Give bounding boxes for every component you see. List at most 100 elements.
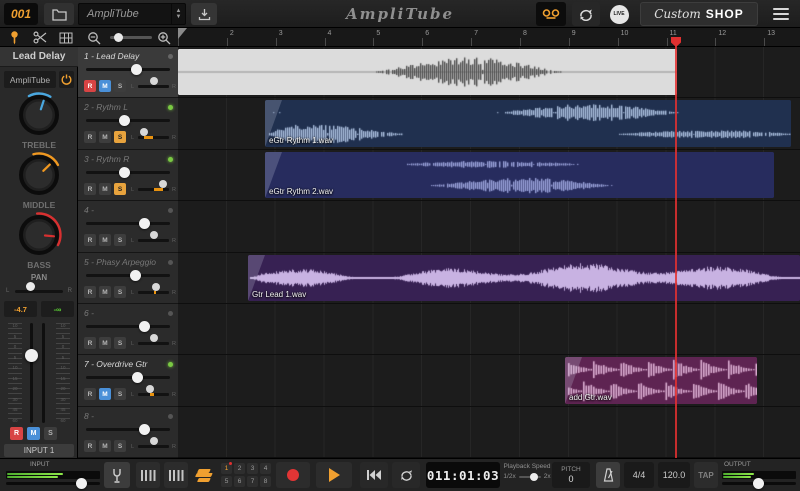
grid-edit-button[interactable] — [58, 30, 74, 45]
audio-clip[interactable]: Gtr Lead 1.wav — [248, 255, 800, 301]
track-lane[interactable] — [178, 407, 800, 458]
speed-slider-thumb[interactable] — [530, 473, 538, 481]
loop-bank-4[interactable]: 4 — [260, 463, 271, 474]
live-mode-button[interactable]: LIVE — [606, 2, 632, 26]
track-arm-button[interactable]: R — [84, 183, 96, 195]
track-volume-thumb[interactable] — [119, 115, 130, 126]
loop-bank-7[interactable]: 7 — [247, 476, 258, 487]
pan-thumb[interactable] — [150, 437, 158, 445]
rewind-button[interactable] — [360, 462, 388, 488]
tuner-button[interactable] — [104, 462, 130, 488]
track-mute-button[interactable]: M — [99, 337, 111, 349]
track-solo-button[interactable]: S — [114, 440, 126, 452]
track-pan-slider[interactable]: LR — [131, 80, 176, 92]
track-status-dot[interactable] — [168, 260, 173, 265]
track-volume-slider[interactable] — [86, 274, 170, 277]
track-status-dot[interactable] — [168, 311, 173, 316]
custom-shop-button[interactable]: Custom SHOP — [640, 2, 758, 26]
pan-track[interactable] — [138, 239, 169, 242]
pan-thumb[interactable] — [150, 77, 158, 85]
loop-start-flag[interactable] — [178, 28, 187, 39]
audio-clip[interactable]: eGtr Rythm 1.wav — [265, 100, 791, 147]
pan-track[interactable] — [138, 445, 169, 448]
track-arm-button[interactable]: R — [84, 80, 96, 92]
track-arm-button[interactable]: R — [84, 131, 96, 143]
track-status-dot[interactable] — [168, 414, 173, 419]
track-volume-slider[interactable] — [86, 222, 170, 225]
track-name[interactable]: 3 - Rythm R — [84, 154, 129, 164]
preset-stepper[interactable]: ▲▼ — [171, 4, 185, 24]
zoom-in-button[interactable] — [156, 30, 172, 45]
track-volume-thumb[interactable] — [139, 424, 150, 435]
track-pan-slider[interactable]: LR — [131, 388, 176, 400]
track-pan-slider[interactable]: LR — [131, 183, 176, 195]
track-volume-slider[interactable] — [86, 68, 170, 71]
track-pan-slider[interactable]: LR — [131, 234, 176, 246]
track-name[interactable]: 2 - Rythm L — [84, 102, 128, 112]
time-signature[interactable]: 4/4 — [624, 462, 654, 488]
track-status-dot[interactable] — [168, 54, 173, 59]
pan-track[interactable] — [138, 85, 169, 88]
mute-button[interactable]: M — [27, 427, 40, 440]
track-mute-button[interactable]: M — [99, 183, 111, 195]
track-solo-button[interactable]: S — [114, 286, 126, 298]
rhythm-pattern-button-1[interactable] — [136, 462, 160, 488]
track-arm-button[interactable]: R — [84, 440, 96, 452]
pan-thumb[interactable] — [26, 282, 35, 291]
track-volume-thumb[interactable] — [139, 218, 150, 229]
track-header[interactable]: 2 - Rythm LRMSLR — [78, 98, 178, 150]
pan-track[interactable] — [138, 291, 169, 294]
track-status-dot[interactable] — [168, 208, 173, 213]
track-solo-button[interactable]: S — [114, 388, 126, 400]
track-header[interactable]: 5 - Phasy ArpeggioRMSLR — [78, 253, 178, 304]
middle-knob[interactable] — [15, 151, 63, 199]
track-status-dot[interactable] — [168, 362, 173, 367]
track-mute-button[interactable]: M — [99, 388, 111, 400]
track-name[interactable]: 8 - — [84, 411, 94, 421]
record-button[interactable] — [276, 462, 310, 488]
track-name[interactable]: 5 - Phasy Arpeggio — [84, 257, 156, 267]
plugin-button[interactable]: AmpliTube — [4, 71, 56, 88]
channel-fader[interactable]: 10505101520304560 10505101520304560 — [6, 323, 72, 423]
zoom-slider[interactable] — [110, 36, 152, 39]
audio-clip[interactable] — [178, 49, 677, 95]
track-solo-button[interactable]: S — [114, 234, 126, 246]
track-header[interactable]: 7 - Overdrive Gtr RMS LR — [78, 355, 178, 407]
track-solo-button[interactable]: S — [114, 183, 126, 195]
pan-track[interactable] — [138, 188, 169, 191]
output-volume-thumb[interactable] — [753, 478, 764, 489]
track-volume-slider[interactable] — [86, 171, 170, 174]
cut-tool-button[interactable] — [32, 30, 48, 45]
track-lane[interactable] — [178, 304, 800, 355]
hamburger-menu-button[interactable] — [766, 2, 796, 26]
loop-sync-button[interactable] — [572, 2, 600, 26]
song-loops-button[interactable] — [192, 462, 216, 488]
preset-chain-title[interactable]: Lead Delay — [0, 47, 78, 67]
bass-knob[interactable] — [15, 211, 63, 259]
track-pan-slider[interactable]: LR — [131, 337, 176, 349]
track-name[interactable]: 4 - — [84, 205, 94, 215]
pitch-control[interactable]: PITCH 0 — [552, 462, 590, 488]
pan-thumb[interactable] — [140, 128, 148, 136]
track-header[interactable]: 3 - Rythm R RMS LR — [78, 150, 178, 201]
track-name[interactable]: 6 - — [84, 308, 94, 318]
track-volume-thumb[interactable] — [131, 64, 142, 75]
track-arm-button[interactable]: R — [84, 388, 96, 400]
loop-playback-button[interactable] — [392, 462, 420, 488]
track-volume-slider[interactable] — [86, 376, 170, 379]
zoom-slider-thumb[interactable] — [114, 33, 123, 42]
track-volume-thumb[interactable] — [139, 321, 150, 332]
output-meter-widget[interactable]: OUTPUT — [722, 461, 796, 490]
track-header[interactable]: 1 - Lead DelayRMSLR — [78, 47, 178, 98]
pan-track[interactable] — [15, 290, 63, 293]
master-pan-slider[interactable]: L R — [6, 285, 72, 297]
track-name[interactable]: 7 - Overdrive Gtr — [84, 359, 147, 369]
input-select-button[interactable]: INPUT 1 — [4, 444, 74, 457]
track-arm-button[interactable]: R — [84, 286, 96, 298]
pan-thumb[interactable] — [152, 283, 160, 291]
fader-thumb[interactable] — [25, 349, 38, 362]
track-mute-button[interactable]: M — [99, 80, 111, 92]
time-position-display[interactable]: 011:01:03 — [426, 462, 500, 488]
track-pan-slider[interactable]: LR — [131, 131, 176, 143]
playback-speed-control[interactable]: Playback Speed 1/2x 2x — [504, 463, 550, 488]
